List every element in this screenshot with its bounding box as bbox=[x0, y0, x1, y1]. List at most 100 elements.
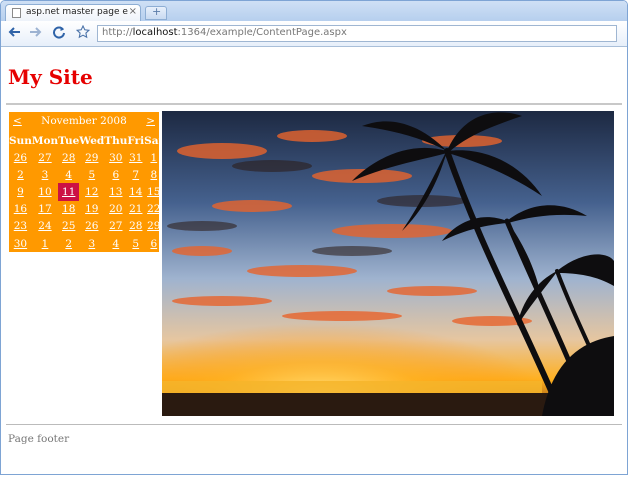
calendar-day-link[interactable]: 4 bbox=[65, 169, 72, 181]
calendar-day[interactable]: 4 bbox=[104, 235, 127, 252]
calendar-day[interactable]: 4 bbox=[58, 166, 79, 183]
browser-tab[interactable]: asp.net master page exam... × bbox=[5, 4, 141, 21]
day-name: Mon bbox=[31, 134, 59, 147]
calendar-day-link[interactable]: 19 bbox=[85, 203, 98, 215]
page-footer: Page footer bbox=[8, 433, 70, 445]
calendar-day-link[interactable]: 11 bbox=[62, 186, 75, 198]
calendar-day[interactable]: 21 bbox=[127, 201, 144, 218]
calendar-day[interactable]: 23 bbox=[9, 218, 32, 235]
calendar-day-link[interactable]: 30 bbox=[14, 238, 27, 250]
calendar-day-link[interactable]: 2 bbox=[65, 238, 72, 250]
address-bar[interactable]: http://localhost:1364/example/ContentPag… bbox=[97, 25, 617, 42]
calendar-day-link[interactable]: 27 bbox=[109, 220, 122, 232]
calendar-day-link[interactable]: 29 bbox=[85, 152, 98, 164]
calendar-day[interactable]: 2 bbox=[58, 235, 79, 252]
calendar-day[interactable]: 15 bbox=[144, 183, 163, 200]
calendar-week-row: 16 17 18 19 20 21 22 bbox=[9, 201, 163, 218]
calendar-day[interactable]: 29 bbox=[144, 218, 163, 235]
calendar-day[interactable]: 13 bbox=[104, 183, 127, 200]
calendar-day[interactable]: 28 bbox=[127, 218, 144, 235]
calendar-day-link[interactable]: 3 bbox=[88, 238, 95, 250]
calendar-day[interactable]: 26 bbox=[79, 218, 104, 235]
calendar-day-link[interactable]: 28 bbox=[62, 152, 75, 164]
calendar-day[interactable]: 27 bbox=[32, 149, 58, 166]
calendar-day[interactable]: 20 bbox=[104, 201, 127, 218]
calendar-day[interactable]: 10 bbox=[32, 183, 58, 200]
calendar-day[interactable]: 3 bbox=[79, 235, 104, 252]
calendar-day[interactable]: 22 bbox=[144, 201, 163, 218]
next-month-link[interactable]: > bbox=[146, 115, 155, 127]
calendar-day[interactable]: 30 bbox=[104, 149, 127, 166]
new-tab-button[interactable]: + bbox=[145, 5, 167, 20]
calendar-day-link[interactable]: 7 bbox=[132, 169, 139, 181]
calendar-day[interactable]: 7 bbox=[127, 166, 144, 183]
calendar-day-link[interactable]: 16 bbox=[14, 203, 27, 215]
calendar-day-link[interactable]: 26 bbox=[14, 152, 27, 164]
calendar-day-link[interactable]: 5 bbox=[88, 169, 95, 181]
calendar-day-link[interactable]: 1 bbox=[42, 238, 49, 250]
calendar-day-link[interactable]: 20 bbox=[109, 203, 122, 215]
calendar-day[interactable]: 27 bbox=[104, 218, 127, 235]
calendar-day[interactable]: 6 bbox=[104, 166, 127, 183]
calendar-day[interactable]: 16 bbox=[9, 201, 32, 218]
calendar-day-link[interactable]: 29 bbox=[147, 220, 160, 232]
calendar-day[interactable]: 5 bbox=[127, 235, 144, 252]
header-divider bbox=[6, 103, 622, 105]
calendar-day-link[interactable]: 17 bbox=[38, 203, 51, 215]
calendar-day[interactable]: 30 bbox=[9, 235, 32, 252]
calendar-day-link[interactable]: 25 bbox=[62, 220, 75, 232]
calendar-day-link[interactable]: 14 bbox=[129, 186, 142, 198]
calendar-day[interactable]: 28 bbox=[58, 149, 79, 166]
calendar-day-link[interactable]: 21 bbox=[129, 203, 142, 215]
calendar-day[interactable]: 1 bbox=[144, 149, 163, 166]
calendar-day[interactable]: 6 bbox=[144, 235, 163, 252]
bookmark-star-button[interactable] bbox=[75, 24, 91, 41]
reload-button[interactable] bbox=[51, 25, 67, 41]
calendar-day[interactable]: 12 bbox=[79, 183, 104, 200]
calendar-day-selected[interactable]: 11 bbox=[58, 183, 80, 201]
calendar-day[interactable]: 5 bbox=[79, 166, 104, 183]
calendar-day-link[interactable]: 22 bbox=[147, 203, 160, 215]
close-tab-icon[interactable]: × bbox=[129, 6, 137, 17]
back-button[interactable] bbox=[7, 25, 23, 41]
calendar-day-link[interactable]: 1 bbox=[150, 152, 157, 164]
calendar-day-link[interactable]: 5 bbox=[132, 238, 139, 250]
calendar-day[interactable]: 8 bbox=[144, 166, 163, 183]
calendar-day-link[interactable]: 28 bbox=[129, 220, 142, 232]
calendar-day-link[interactable]: 4 bbox=[112, 238, 119, 250]
calendar-day-link[interactable]: 26 bbox=[85, 220, 98, 232]
calendar-day[interactable]: 19 bbox=[79, 201, 104, 218]
calendar-day-link[interactable]: 13 bbox=[109, 186, 122, 198]
calendar-day-link[interactable]: 12 bbox=[85, 186, 98, 198]
palm-sunset-image bbox=[162, 111, 614, 416]
calendar-day[interactable]: 18 bbox=[58, 201, 79, 218]
calendar-day-link[interactable]: 9 bbox=[17, 186, 24, 198]
calendar-day-link[interactable]: 3 bbox=[42, 169, 49, 181]
calendar-day-link[interactable]: 6 bbox=[150, 238, 157, 250]
calendar-day-link[interactable]: 23 bbox=[14, 220, 27, 232]
forward-button[interactable] bbox=[27, 25, 43, 41]
calendar-day[interactable]: 31 bbox=[127, 149, 144, 166]
calendar-day[interactable]: 2 bbox=[9, 166, 32, 183]
calendar-day[interactable]: 14 bbox=[127, 183, 144, 200]
calendar-day[interactable]: 29 bbox=[79, 149, 104, 166]
calendar-day[interactable]: 9 bbox=[9, 183, 32, 200]
back-arrow-icon bbox=[8, 27, 20, 37]
calendar-day-link[interactable]: 24 bbox=[38, 220, 51, 232]
calendar-day[interactable]: 26 bbox=[9, 149, 32, 166]
calendar-day-link[interactable]: 30 bbox=[109, 152, 122, 164]
calendar-day-link[interactable]: 10 bbox=[38, 186, 51, 198]
calendar-day[interactable]: 3 bbox=[32, 166, 58, 183]
calendar-day[interactable]: 24 bbox=[32, 218, 58, 235]
calendar-day[interactable]: 25 bbox=[58, 218, 79, 235]
site-title: My Site bbox=[8, 65, 93, 89]
calendar-day-link[interactable]: 31 bbox=[129, 152, 142, 164]
calendar-day[interactable]: 1 bbox=[32, 235, 58, 252]
calendar-day-link[interactable]: 8 bbox=[150, 169, 157, 181]
calendar-day[interactable]: 17 bbox=[32, 201, 58, 218]
calendar-day-link[interactable]: 18 bbox=[62, 203, 75, 215]
calendar-day-link[interactable]: 6 bbox=[112, 169, 119, 181]
calendar-day-link[interactable]: 15 bbox=[147, 186, 160, 198]
calendar-day-link[interactable]: 27 bbox=[38, 152, 51, 164]
calendar-day-link[interactable]: 2 bbox=[17, 169, 24, 181]
